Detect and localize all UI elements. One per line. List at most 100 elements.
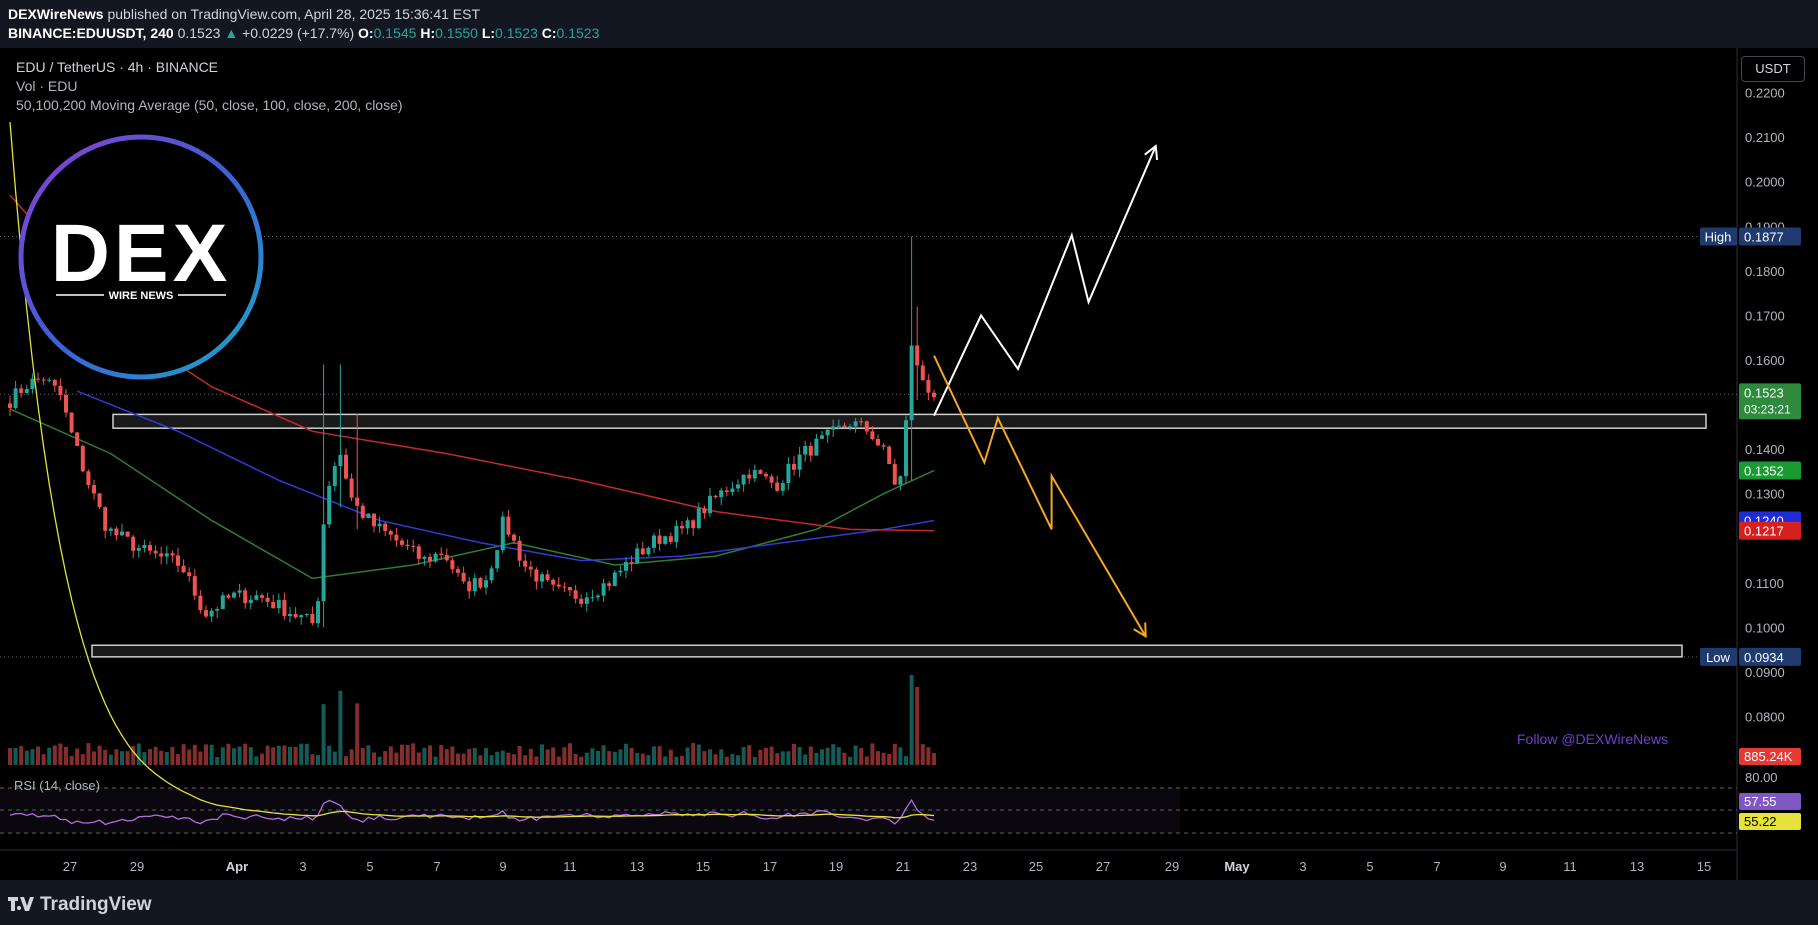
candle-body — [512, 534, 516, 541]
candle-body — [209, 610, 214, 617]
volume-bar — [355, 703, 360, 765]
candle-body — [489, 568, 494, 581]
volume-bar — [506, 752, 511, 765]
high-label: H: — [420, 25, 436, 41]
volume-bar — [467, 749, 472, 765]
volume-bar — [433, 756, 438, 765]
candle-body — [646, 547, 651, 555]
legend-moving-average[interactable]: 50,100,200 Moving Average (50, close, 10… — [16, 97, 403, 113]
volume-bar — [416, 752, 421, 765]
candle-body — [780, 483, 785, 491]
volume-bar — [590, 748, 595, 765]
candle-body — [724, 490, 729, 493]
tradingview-brand[interactable]: TradingView — [8, 894, 152, 916]
time-tick-label: 13 — [1630, 859, 1644, 874]
candle-body — [164, 553, 169, 557]
volume-bar — [629, 747, 634, 765]
close-value: 0.1523 — [556, 25, 600, 41]
candle-body — [58, 385, 63, 395]
price-tick-label: 0.1600 — [1745, 353, 1785, 368]
candle-body — [926, 380, 931, 393]
candle-body — [730, 488, 735, 493]
time-tick-label: 7 — [1433, 859, 1440, 874]
candle-body — [19, 388, 24, 394]
time-tick-label: 27 — [1096, 859, 1110, 874]
volume-bar — [859, 748, 864, 765]
volume-bar — [635, 752, 640, 765]
volume-bar — [596, 750, 600, 765]
candle-body — [786, 463, 791, 484]
volume-bar — [248, 747, 253, 765]
support-zone[interactable] — [91, 644, 1683, 658]
publisher-name[interactable]: DEXWireNews — [8, 6, 104, 22]
footer-bar — [0, 880, 1818, 925]
legend-rsi[interactable]: RSI (14, close) — [14, 778, 100, 793]
candle-body — [271, 601, 276, 609]
time-tick-label: 11 — [563, 859, 577, 874]
volume-bar — [892, 743, 897, 765]
volume-bar — [685, 747, 690, 765]
volume-bar — [472, 748, 477, 765]
candle-body — [97, 493, 102, 508]
candle-body — [685, 520, 690, 529]
volume-bar — [97, 745, 102, 765]
legend-pair[interactable]: EDU / TetherUS · 4h · BINANCE — [16, 59, 218, 75]
time-tick-label: 5 — [1366, 859, 1373, 874]
candle-body — [411, 546, 416, 548]
currency-button[interactable]: USDT — [1741, 56, 1805, 82]
volume-bar — [411, 743, 416, 765]
volume-bar — [293, 746, 298, 765]
price-label-value: 0.1352 — [1744, 464, 1784, 479]
time-tick-label: 17 — [763, 859, 777, 874]
volume-bar — [377, 756, 382, 765]
time-tick-label: May — [1224, 859, 1250, 874]
volume-bar — [8, 748, 12, 765]
candle-body — [243, 590, 248, 604]
volume-bar — [260, 753, 264, 765]
low-value: 0.1523 — [495, 25, 538, 41]
candle-body — [870, 431, 875, 440]
volume-bar — [842, 752, 847, 765]
volume-bar — [164, 751, 169, 765]
candle-body — [215, 609, 220, 611]
candle-body — [232, 592, 236, 598]
candle-body — [75, 432, 80, 446]
volume-bar — [775, 753, 780, 765]
legend-volume[interactable]: Vol · EDU — [16, 78, 77, 94]
countdown-label: 03:23:21 — [1744, 402, 1791, 416]
volume-bar — [932, 753, 936, 765]
candle-body — [708, 495, 712, 514]
price-tag-text: High — [1705, 230, 1732, 245]
candle-body — [741, 474, 746, 485]
volume-bar — [400, 744, 404, 765]
volume-bar — [338, 690, 343, 765]
price-tick-label: 0.0800 — [1745, 710, 1785, 725]
candle-body — [433, 553, 438, 562]
candle-body — [500, 516, 505, 551]
candle-body — [495, 550, 500, 569]
volume-bar — [332, 751, 337, 765]
candle-body — [444, 554, 449, 561]
candle-body — [310, 613, 315, 624]
resistance-zone[interactable] — [112, 413, 1707, 429]
volume-bar — [304, 743, 309, 765]
candle-body — [545, 574, 550, 580]
published-text: published on TradingView.com, April 28, … — [107, 6, 481, 22]
price-tick-label: 0.2100 — [1745, 130, 1785, 145]
candle-body — [366, 513, 371, 518]
volume-bar — [736, 755, 740, 765]
volume-bar — [601, 745, 606, 765]
volume-bar — [24, 750, 29, 765]
candle-body — [747, 474, 752, 479]
candle-body — [125, 531, 130, 537]
chart-svg[interactable]: 0.22000.21000.20000.19000.18000.17000.16… — [0, 0, 1818, 925]
symbol-text[interactable]: BINANCE:EDUUSDT, 240 — [8, 25, 174, 41]
volume-bar — [30, 749, 35, 765]
volume-bar — [618, 749, 623, 765]
publish-line: DEXWireNews published on TradingView.com… — [8, 6, 480, 22]
candle-body — [192, 576, 197, 596]
price-label-value: 0.1877 — [1744, 230, 1784, 245]
candle-body — [792, 463, 796, 470]
volume-bar — [713, 754, 718, 765]
price-tick-label: 0.1800 — [1745, 264, 1785, 279]
